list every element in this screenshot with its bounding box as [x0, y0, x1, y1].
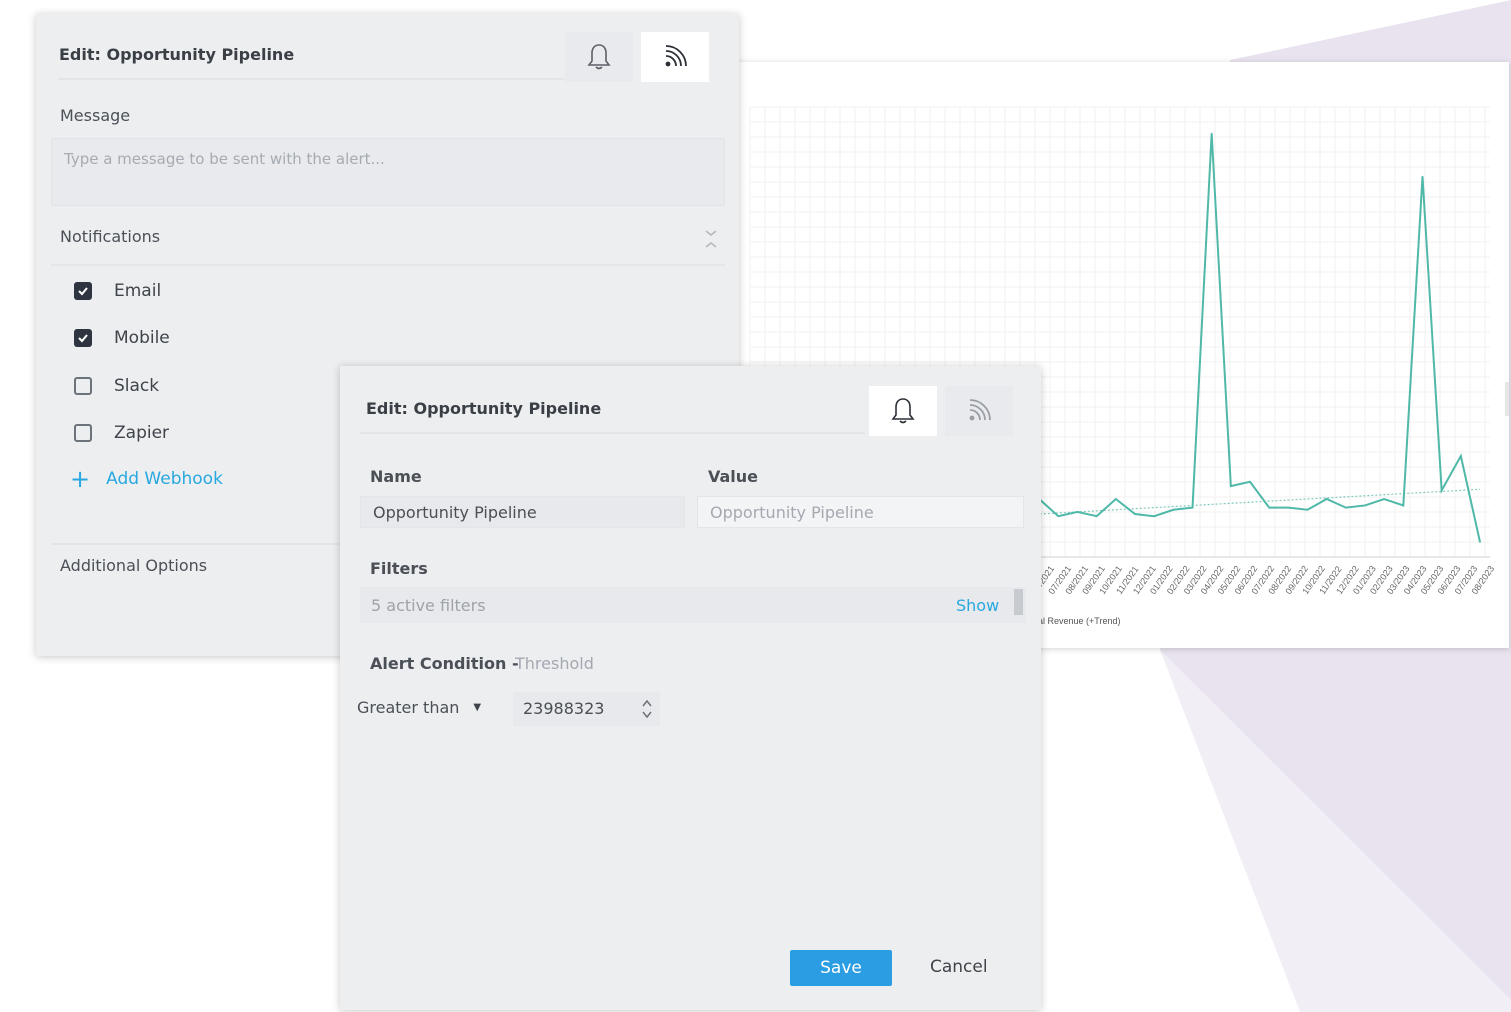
alert-panel-condition: Edit: Opportunity Pipeline Name Value Op… — [340, 366, 1041, 1010]
panel-title: Edit: Opportunity Pipeline — [366, 399, 602, 418]
checkmark-icon — [78, 287, 88, 296]
checkbox-checked[interactable] — [74, 282, 92, 300]
rss-feed-icon — [969, 399, 991, 421]
data-point — [1383, 498, 1385, 500]
data-point — [1057, 515, 1060, 517]
bell-icon — [587, 44, 611, 70]
data-point — [1402, 504, 1405, 507]
caret-down-icon: ▼ — [473, 702, 482, 713]
data-point — [1268, 506, 1270, 509]
data-point — [1306, 508, 1309, 511]
data-point — [1095, 515, 1098, 517]
tab-feed[interactable] — [945, 386, 1013, 436]
checkbox-unchecked[interactable] — [74, 377, 92, 395]
chart-scrollbar[interactable] — [1505, 382, 1509, 416]
plus-icon: + — [70, 465, 91, 493]
collapse-icon[interactable] — [704, 228, 718, 250]
threshold-stepper[interactable]: 23988323 — [513, 692, 660, 726]
data-point — [1076, 511, 1079, 513]
data-point — [1364, 504, 1366, 507]
filters-scrollbar[interactable] — [1014, 589, 1023, 615]
notification-slack[interactable]: Slack — [74, 374, 159, 398]
data-point — [1115, 498, 1117, 500]
filters-field: 5 active filters Show — [360, 587, 1026, 623]
data-point — [1345, 506, 1347, 509]
data-point — [1460, 455, 1462, 457]
value-label: Value — [708, 467, 759, 486]
checkmark-icon — [78, 334, 88, 343]
checkbox-checked[interactable] — [74, 329, 92, 347]
notification-label: Mobile — [114, 328, 170, 348]
data-point — [1440, 489, 1443, 492]
notification-mobile[interactable]: Mobile — [74, 326, 170, 350]
data-point — [1134, 513, 1136, 515]
tab-feed[interactable] — [641, 32, 709, 82]
message-placeholder: Type a message to be sent with the alert… — [64, 150, 385, 168]
revenue-series-line — [1019, 133, 1481, 543]
bell-icon — [891, 398, 915, 424]
name-label: Name — [370, 467, 422, 486]
data-point — [1325, 498, 1328, 500]
tab-alert[interactable] — [565, 32, 633, 82]
add-webhook-label: Add Webhook — [106, 469, 223, 489]
message-textarea[interactable]: Type a message to be sent with the alert… — [51, 138, 725, 206]
rss-feed-icon — [665, 45, 687, 67]
filters-label: Filters — [370, 559, 428, 578]
data-point — [1191, 506, 1194, 509]
alert-condition-label: Alert Condition - — [370, 654, 519, 673]
options-divider — [51, 543, 351, 545]
filters-count: 5 active filters — [371, 596, 486, 615]
threshold-value: 23988323 — [523, 699, 605, 718]
legend-label: al Revenue (+Trend) — [1038, 616, 1120, 626]
data-point — [1230, 485, 1232, 487]
value-input[interactable]: Opportunity Pipeline — [697, 496, 1024, 528]
comparator-value: Greater than — [357, 698, 460, 717]
comparator-select[interactable]: Greater than ▼ — [357, 698, 481, 717]
title-divider — [360, 432, 865, 434]
notification-label: Email — [114, 281, 162, 301]
data-point — [1287, 506, 1290, 509]
data-point — [1421, 175, 1424, 178]
data-point — [1479, 541, 1481, 543]
data-point — [1153, 515, 1155, 517]
panel-title: Edit: Opportunity Pipeline — [59, 45, 295, 64]
up-down-arrows-icon[interactable] — [641, 697, 653, 721]
save-button[interactable]: Save — [790, 950, 892, 986]
data-point — [1249, 481, 1251, 483]
alert-condition-type: Threshold — [515, 654, 594, 673]
add-webhook-link[interactable]: + Add Webhook — [70, 465, 223, 493]
notifications-divider — [51, 264, 725, 266]
data-point — [1210, 132, 1213, 135]
show-filters-link[interactable]: Show — [956, 596, 999, 615]
checkbox-unchecked[interactable] — [74, 424, 92, 442]
additional-options-label[interactable]: Additional Options — [60, 556, 207, 575]
cancel-button[interactable]: Cancel — [930, 957, 988, 977]
notification-label: Slack — [114, 376, 160, 396]
notification-email[interactable]: Email — [74, 279, 161, 303]
notifications-label: Notifications — [60, 227, 161, 246]
name-input[interactable]: Opportunity Pipeline — [360, 496, 685, 528]
title-divider — [59, 78, 564, 80]
data-point — [1172, 508, 1175, 511]
message-label: Message — [60, 106, 131, 125]
notification-label: Zapier — [114, 423, 170, 443]
notification-zapier[interactable]: Zapier — [74, 421, 169, 445]
tab-alert[interactable] — [869, 386, 937, 436]
